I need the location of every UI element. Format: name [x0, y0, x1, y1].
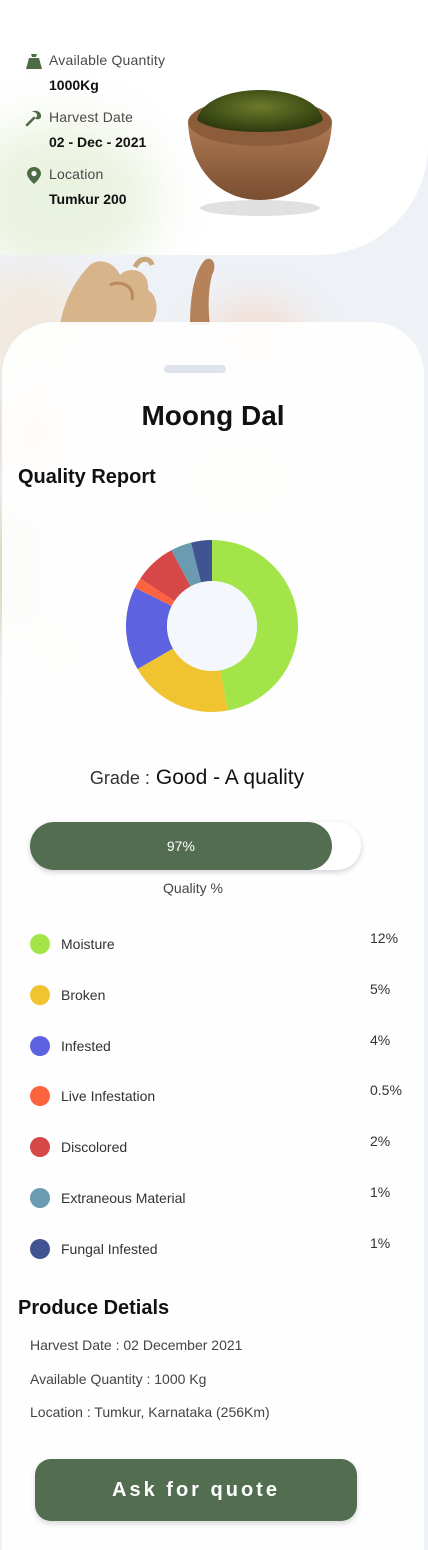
harvest-date-label: Harvest Date	[49, 109, 134, 125]
legend-percent: 5%	[370, 981, 391, 997]
harvest-date-row: Harvest Date 02 - Dec - 2021	[25, 109, 146, 150]
legend-percent: 2%	[370, 1133, 391, 1149]
legend-dot	[30, 1036, 50, 1056]
legend-dot	[30, 985, 50, 1005]
legend-item: Infested 4%	[30, 1032, 420, 1058]
location-label: Location	[49, 166, 104, 182]
legend-name: Infested	[61, 1038, 111, 1054]
produce-available-quantity: Available Quantity : 1000 Kg	[30, 1371, 207, 1387]
product-detail-sheet: Moong Dal Quality Report Grade : Good - A…	[2, 322, 424, 1550]
legend-dot	[30, 1239, 50, 1259]
weight-bag-icon	[26, 54, 42, 69]
legend-percent: 12%	[370, 930, 399, 946]
legend-dot	[30, 1137, 50, 1157]
legend-name: Broken	[61, 987, 106, 1003]
product-summary-card: Available Quantity 1000Kg Harvest Date 0…	[0, 0, 428, 255]
sickle-icon	[25, 110, 42, 127]
legend-name: Moisture	[61, 936, 115, 952]
moong-dal-bowl-image	[188, 90, 332, 216]
quality-progress-bar: 97%	[30, 822, 361, 870]
legend-item: Fungal Infested 1%	[30, 1235, 420, 1261]
product-title: Moong Dal	[141, 400, 285, 431]
legend-item: Live Infestation 0.5%	[30, 1082, 420, 1108]
ask-for-quote-button[interactable]: Ask for quote	[35, 1459, 357, 1521]
legend-dot	[30, 1188, 50, 1208]
grade-row: Grade : Good - A quality	[2, 766, 392, 790]
produce-details-heading: Produce Detials	[18, 1297, 170, 1319]
legend-dot	[30, 1086, 50, 1106]
legend-name: Fungal Infested	[61, 1241, 158, 1257]
quality-donut-chart	[125, 540, 298, 712]
drag-handle[interactable]	[164, 365, 226, 373]
quality-percent-caption: Quality %	[163, 880, 223, 896]
available-quantity-label: Available Quantity	[49, 52, 166, 68]
legend-percent: 4%	[370, 1032, 391, 1048]
location-pin-icon	[27, 167, 41, 184]
donut-hole	[167, 581, 257, 671]
produce-location: Location : Tumkur, Karnataka (256Km)	[30, 1404, 270, 1420]
legend-name: Discolored	[61, 1139, 128, 1155]
legend-percent: 0.5%	[370, 1082, 402, 1098]
quality-report-heading: Quality Report	[18, 466, 156, 488]
legend-percent: 1%	[370, 1184, 391, 1200]
available-quantity-row: Available Quantity 1000Kg	[25, 52, 166, 93]
legend-item: Extraneous Material 1%	[30, 1184, 420, 1210]
legend-dot	[30, 934, 50, 954]
legend-item: Discolored 2%	[30, 1133, 420, 1159]
available-quantity-value: 1000Kg	[49, 77, 99, 93]
produce-harvest-date: Harvest Date : 02 December 2021	[30, 1337, 243, 1353]
quality-progress-fill: 97%	[30, 822, 332, 870]
grade-label: Grade :	[89, 768, 150, 788]
location-row: Location Tumkur 200	[25, 166, 127, 207]
legend-item: Broken 5%	[30, 981, 420, 1007]
legend-name: Live Infestation	[61, 1088, 156, 1104]
location-value: Tumkur 200	[49, 191, 127, 207]
legend-item: Moisture 12%	[30, 930, 420, 956]
legend-name: Extraneous Material	[61, 1190, 186, 1206]
harvest-date-value: 02 - Dec - 2021	[49, 134, 147, 150]
grade-value: Good - A quality	[155, 766, 305, 789]
legend-percent: 1%	[370, 1235, 391, 1251]
